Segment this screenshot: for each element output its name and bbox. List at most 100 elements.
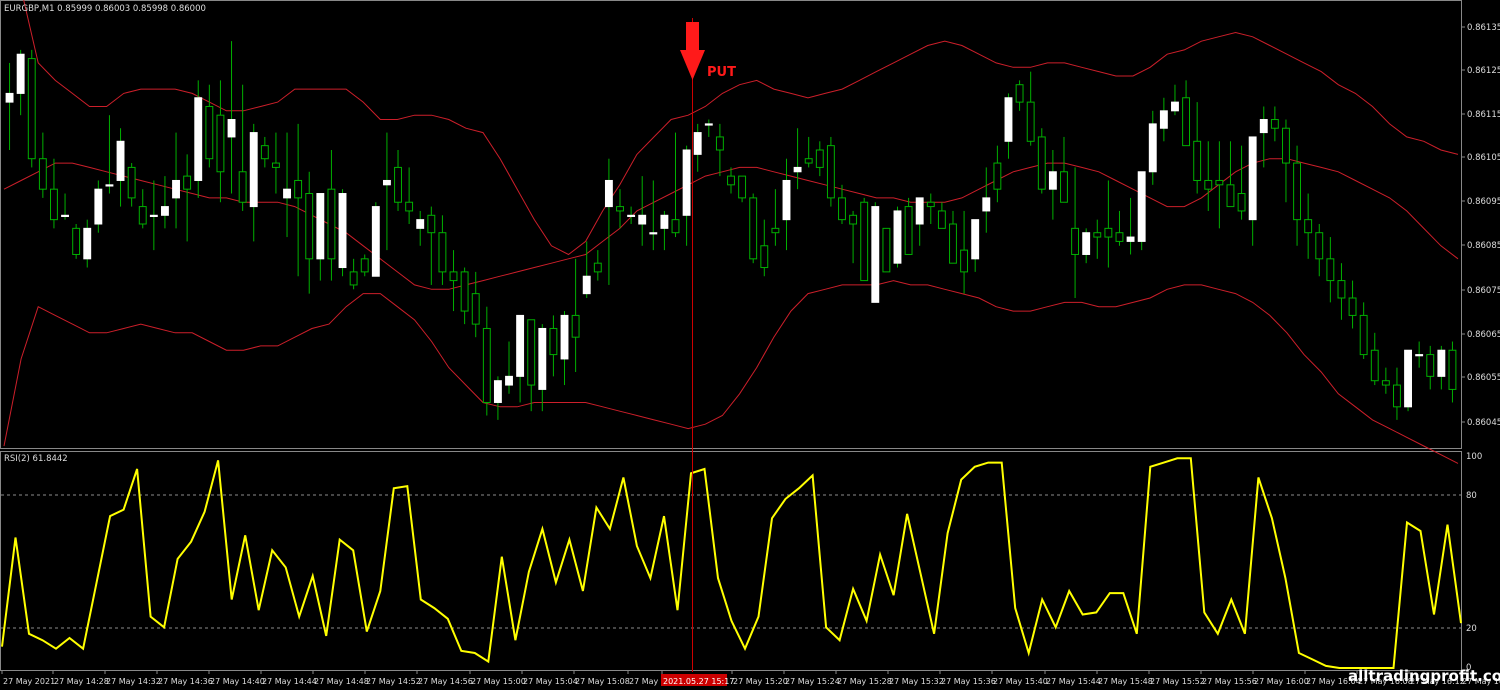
bear-candle-body [38, 158, 47, 190]
bear-candle-body [826, 145, 835, 199]
time-axis-label: 27 May 15:20 [733, 677, 788, 686]
bear-candle-body [27, 58, 36, 160]
time-axis-label: 27 May 14:36 [158, 677, 213, 686]
bull-candle-body [371, 206, 380, 277]
bear-candle-body [138, 206, 147, 225]
bear-candle-body [1348, 297, 1357, 316]
bear-candle-body [1071, 227, 1080, 255]
time-axis-label: 27 May 16:00 [1254, 677, 1309, 686]
bear-candle-body [926, 201, 935, 208]
bear-candle-body [360, 258, 369, 273]
time-axis-label: 27 May 15:00 [471, 677, 526, 686]
bull-candle-body [172, 179, 180, 199]
bull-candle-body [682, 149, 691, 216]
price-axis-label: 0.86115 [1467, 110, 1500, 120]
time-axis-label: 27 May 14:52 [366, 677, 421, 686]
bear-candle-body [127, 166, 136, 199]
bull-candle-body [1137, 171, 1146, 242]
bull-candle-body [105, 184, 114, 187]
bull-candle-body [1159, 110, 1168, 129]
bear-candle-body [760, 245, 769, 269]
bear-candle-body [327, 188, 336, 260]
bull-candle-body [1248, 136, 1257, 221]
bull-candle-body [627, 214, 636, 217]
bull-candle-body [416, 219, 425, 229]
bear-candle-body [1037, 136, 1046, 190]
bull-candle-body [793, 166, 802, 173]
bear-candle-body [715, 136, 724, 151]
bull-candle-body [16, 53, 25, 94]
bear-candle-body [1370, 349, 1379, 382]
time-axis-label: 2021.05.27 15:17 [663, 677, 734, 686]
bear-candle-body [738, 175, 747, 199]
bear-candle-body [804, 158, 813, 164]
rsi-title: RSI(2) 61.8442 [4, 454, 68, 464]
bull-candle-body [660, 214, 669, 229]
bull-candle-body [693, 132, 702, 155]
bull-candle-body [316, 193, 325, 260]
bear-candle-body [1226, 184, 1235, 208]
watermark: alltradingprofit.com [1348, 667, 1500, 685]
bear-candle-body [571, 314, 580, 338]
bull-candle-body [1437, 349, 1446, 377]
bear-candle-body [993, 162, 1002, 190]
bear-candle-body [72, 227, 81, 255]
bull-candle-body [149, 214, 158, 217]
bull-candle-body [704, 123, 713, 126]
bear-candle-body [1448, 349, 1457, 390]
time-axis-label: 27 May 14:28 [54, 677, 109, 686]
bear-candle-body [1293, 162, 1302, 221]
rsi-axis-label: 100 [1466, 452, 1482, 462]
bear-candle-body [1304, 219, 1313, 234]
bear-candle-body [1237, 193, 1246, 212]
bull-candle-body [227, 119, 236, 138]
bear-candle-body [216, 114, 225, 173]
bull-candle-body [493, 380, 502, 403]
bear-candle-body [1093, 232, 1102, 238]
bull-candle-body [649, 232, 658, 235]
bear-candle-body [1182, 97, 1191, 147]
symbol-header: EURGBP,M1 0.85999 0.86003 0.85998 0.8600… [4, 4, 206, 14]
price-axis-label: 0.86095 [1467, 197, 1500, 207]
rsi-axis-label: 80 [1466, 491, 1477, 501]
bear-candle-body [960, 249, 969, 273]
bear-candle-body [671, 219, 680, 234]
bull-candle-body [1415, 354, 1424, 357]
time-axis-label: 27 May 15:32 [889, 677, 944, 686]
bear-candle-body [849, 214, 858, 225]
bull-candle-body [1004, 97, 1013, 142]
bear-candle-body [593, 262, 602, 273]
bear-candle-body [527, 319, 536, 386]
time-axis-label: 27 May 2021 [3, 677, 55, 686]
bear-candle-body [860, 201, 869, 282]
price-axis-label: 0.86135 [1467, 23, 1500, 33]
bull-candle-body [83, 227, 92, 260]
bull-candle-body [116, 140, 125, 181]
price-axis-label: 0.86105 [1467, 153, 1500, 163]
bull-candle-body [249, 132, 258, 208]
bear-candle-body [1215, 179, 1224, 186]
bear-candle-body [1426, 354, 1435, 377]
bear-candle-body [471, 293, 480, 325]
signal-label: PUT [707, 65, 736, 80]
bear-candle-body [904, 206, 913, 255]
bear-candle-body [882, 227, 891, 273]
bear-candle-body [1315, 232, 1324, 260]
bull-candle-body [382, 179, 391, 186]
bear-candle-body [1115, 232, 1124, 242]
bear-candle-body [771, 227, 780, 234]
bear-candle-body [394, 166, 402, 203]
time-axis-label: 27 May 15:08 [575, 677, 630, 686]
bull-candle-body [516, 314, 525, 377]
bear-candle-body [1326, 258, 1335, 282]
trading-chart[interactable]: PUT EURGBP,M1 0.85999 0.86003 0.85998 0.… [0, 0, 1500, 690]
bear-candle-body [838, 197, 846, 221]
bear-candle-body [1104, 227, 1113, 238]
bear-candle-body [449, 271, 458, 282]
bull-candle-body [1148, 123, 1157, 173]
price-axis-label: 0.86085 [1467, 241, 1500, 251]
bull-candle-body [1171, 101, 1179, 112]
bear-candle-body [949, 223, 957, 264]
rsi-axis-label: 20 [1466, 624, 1477, 634]
bull-candle-body [94, 188, 103, 225]
